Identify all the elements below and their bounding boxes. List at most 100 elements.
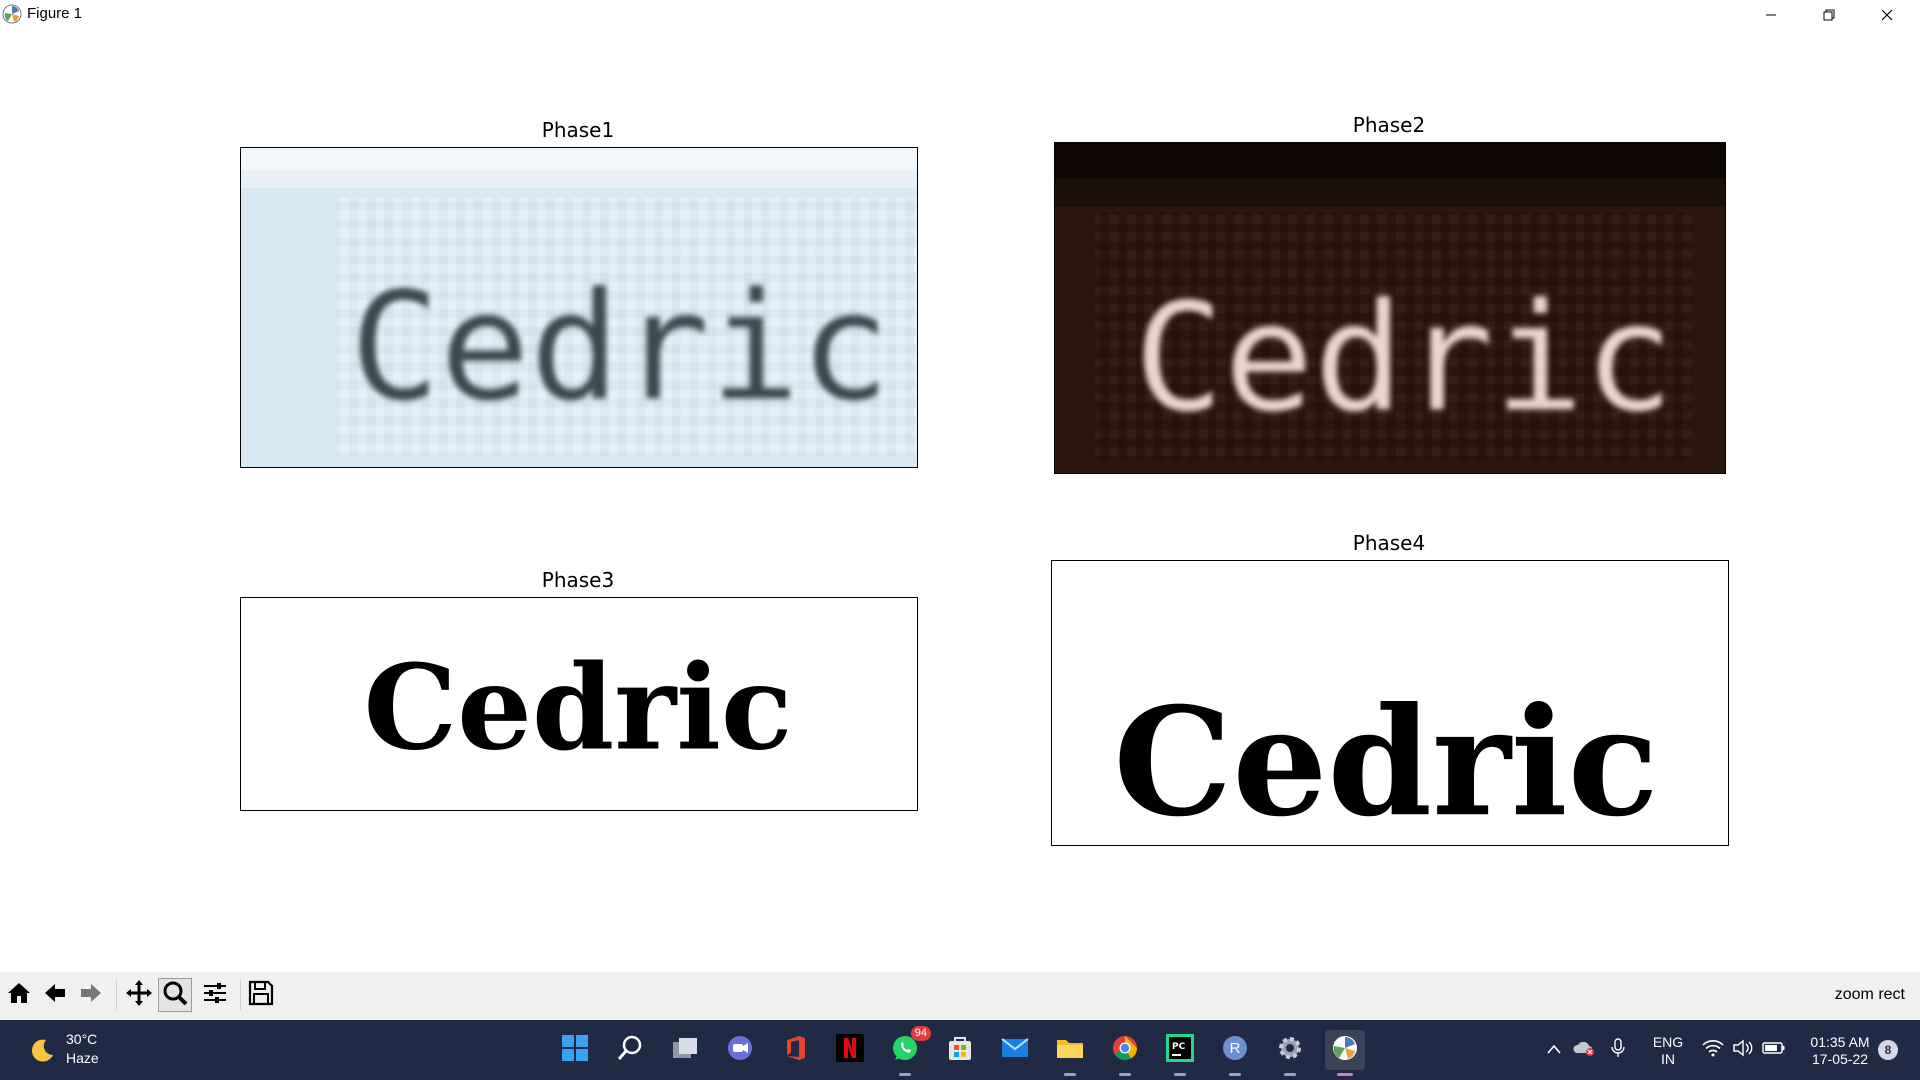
moon-icon <box>26 1036 56 1071</box>
back-button[interactable] <box>38 978 72 1012</box>
wifi-icon <box>1702 1039 1724 1062</box>
language-code: ENG <box>1652 1034 1684 1050</box>
matplotlib-app-icon <box>2 4 22 24</box>
teams-chat-icon <box>726 1034 754 1067</box>
toolbar-separator <box>240 980 241 1010</box>
microphone-icon <box>1611 1037 1625 1063</box>
toolbar-status-message: zoom rect <box>1834 986 1905 1003</box>
whatsapp-unread-badge: 94 <box>910 1026 931 1041</box>
chevron-up-icon <box>1547 1041 1561 1059</box>
forward-icon <box>77 979 105 1011</box>
search-icon <box>616 1034 644 1067</box>
window-title: Figure 1 <box>27 5 83 22</box>
taskbar-pycharm-button[interactable]: PC <box>1160 1030 1200 1076</box>
navigation-toolbar: zoom rect <box>0 972 1920 1020</box>
clock-time: 01:35 AM <box>1810 1034 1870 1050</box>
phase3-word: Cedric <box>363 639 792 777</box>
taskbar-mail-button[interactable] <box>995 1030 1035 1070</box>
subplot-phase4-image[interactable]: Cedric <box>1051 560 1729 846</box>
taskbar-store-button[interactable] <box>940 1030 980 1070</box>
task-view-icon <box>671 1034 699 1067</box>
configure-subplots-button[interactable] <box>198 978 232 1012</box>
home-icon <box>5 979 33 1011</box>
taskbar-file-explorer-button[interactable] <box>1050 1030 1090 1076</box>
taskbar-settings-button[interactable] <box>1270 1030 1310 1076</box>
window-title-bar: Figure 1 <box>0 0 1920 30</box>
taskbar-matplotlib-figure-button[interactable] <box>1325 1030 1365 1076</box>
taskbar-task-view-button[interactable] <box>665 1030 705 1070</box>
forward-button[interactable] <box>74 978 108 1012</box>
svg-text:R: R <box>1230 1040 1241 1057</box>
microphone-tray-button[interactable] <box>1606 1020 1630 1080</box>
phase2-word: Cedric <box>1134 272 1674 446</box>
input-language-indicator[interactable]: ENG IN <box>1648 1034 1688 1068</box>
subplot-title-phase3: Phase3 <box>541 568 615 592</box>
onedrive-tray-button[interactable] <box>1570 1020 1598 1080</box>
taskbar-office-button[interactable] <box>775 1030 815 1070</box>
taskbar-netflix-button[interactable] <box>830 1030 870 1070</box>
back-icon <box>41 979 69 1011</box>
zoom-button[interactable] <box>158 978 192 1012</box>
phase1-word: Cedric <box>350 261 890 435</box>
taskbar-whatsapp-button[interactable]: 94 <box>885 1026 931 1076</box>
save-button[interactable] <box>244 978 278 1012</box>
taskbar-chrome-button[interactable] <box>1105 1030 1145 1076</box>
minimize-icon <box>1765 6 1777 25</box>
subplot-title-phase2: Phase2 <box>1352 113 1426 137</box>
home-button[interactable] <box>2 978 36 1012</box>
netflix-icon <box>836 1033 864 1067</box>
close-icon <box>1881 6 1893 25</box>
gear-icon <box>1276 1034 1304 1067</box>
taskbar-r-button[interactable]: R <box>1215 1030 1255 1076</box>
pan-button[interactable] <box>122 978 156 1012</box>
taskbar-teams-button[interactable] <box>720 1030 760 1070</box>
microsoft-store-icon <box>946 1034 974 1067</box>
zoom-icon <box>161 979 189 1011</box>
subplot-title-phase4: Phase4 <box>1352 531 1426 555</box>
cloud-error-icon <box>1572 1039 1596 1062</box>
subplot-phase3-image[interactable]: Cedric <box>240 597 918 811</box>
windows-start-icon <box>561 1034 589 1067</box>
notification-count-badge[interactable]: 8 <box>1878 1040 1898 1060</box>
pycharm-icon: PC <box>1166 1033 1194 1067</box>
chrome-icon <box>1110 1033 1140 1068</box>
minimize-button[interactable] <box>1742 0 1800 30</box>
running-indicator <box>1337 1073 1353 1076</box>
running-indicator <box>1064 1073 1076 1076</box>
taskbar-clock[interactable]: 01:35 AM 17-05-22 <box>1800 1034 1880 1068</box>
weather-temperature: 30°C <box>66 1031 98 1047</box>
running-indicator <box>1174 1073 1186 1076</box>
running-indicator <box>1119 1073 1131 1076</box>
running-indicator <box>1284 1073 1296 1076</box>
pan-icon <box>124 978 154 1012</box>
r-app-icon: R <box>1221 1034 1249 1067</box>
mail-icon <box>1000 1034 1030 1067</box>
taskbar-start-button[interactable] <box>555 1030 595 1070</box>
speaker-icon <box>1732 1039 1754 1062</box>
folder-icon <box>1055 1034 1085 1067</box>
svg-text:PC: PC <box>1172 1042 1186 1052</box>
configure-subplots-icon <box>201 979 229 1011</box>
matplotlib-figure-icon <box>1331 1034 1359 1067</box>
wifi-tray-button[interactable] <box>1700 1020 1726 1080</box>
running-indicator <box>899 1073 911 1076</box>
close-button[interactable] <box>1858 0 1916 30</box>
windows-taskbar: 30°C Haze 94 PC R ENG IN 01:35 AM 17-05-… <box>0 1020 1920 1080</box>
restore-button[interactable] <box>1800 0 1858 30</box>
language-region: IN <box>1661 1051 1675 1067</box>
phase4-word: Cedric <box>1113 675 1658 845</box>
subplot-phase2-image[interactable]: Cedric <box>1054 142 1726 474</box>
volume-tray-button[interactable] <box>1730 1020 1756 1080</box>
running-indicator <box>1229 1073 1241 1076</box>
figure-canvas[interactable]: Phase1 Cedric Phase2 Cedric Phase3 Cedri… <box>0 30 1920 972</box>
taskbar-search-button[interactable] <box>610 1030 650 1070</box>
battery-tray-button[interactable] <box>1760 1020 1788 1080</box>
clock-date: 17-05-22 <box>1811 1051 1869 1067</box>
restore-icon <box>1823 6 1835 25</box>
weather-widget[interactable]: 30°C Haze <box>24 1028 134 1072</box>
weather-condition: Haze <box>66 1050 99 1066</box>
battery-charging-icon <box>1762 1040 1786 1061</box>
show-hidden-icons-button[interactable] <box>1542 1020 1566 1080</box>
subplot-phase1-image[interactable]: Cedric <box>240 147 918 468</box>
save-icon <box>247 979 275 1011</box>
